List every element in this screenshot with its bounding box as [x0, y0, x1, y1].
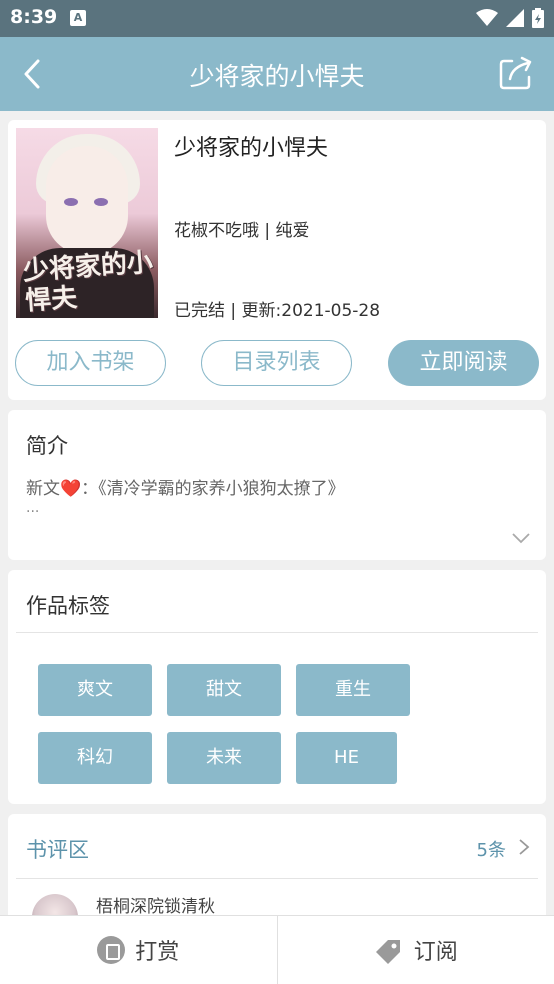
- reviewer-name: 梧桐深院锁清秋: [96, 897, 215, 917]
- intro-card: 简介 新文❤️：《清冷学霸的家养小狼狗太撩了》 ...: [8, 410, 546, 560]
- intro-title: 简介: [26, 434, 68, 458]
- read-now-button[interactable]: 立即阅读: [388, 340, 539, 386]
- share-icon[interactable]: [498, 55, 534, 91]
- book-cover[interactable]: 少将家的小悍夫: [16, 128, 158, 318]
- chevron-down-icon[interactable]: [512, 532, 530, 544]
- divider: [16, 878, 538, 879]
- subscribe-button[interactable]: 订阅: [278, 916, 554, 984]
- tag-chip[interactable]: 未来: [167, 732, 281, 784]
- app-bar: 少将家的小悍夫: [0, 37, 554, 111]
- page-title: 少将家的小悍夫: [189, 62, 365, 91]
- status-bar: 8:39 A: [0, 0, 554, 37]
- back-arrow-icon[interactable]: [18, 57, 48, 91]
- book-status-update: 已完结 | 更新:2021-05-28: [174, 301, 381, 321]
- chevron-right-icon[interactable]: [518, 838, 530, 856]
- price-tag-icon: [375, 940, 400, 964]
- bottom-action-bar: 打赏 订阅: [0, 915, 554, 984]
- wifi-icon: [476, 9, 498, 26]
- review-title: 书评区: [26, 838, 89, 862]
- tag-chip[interactable]: HE: [296, 732, 397, 784]
- reward-icon: [97, 936, 126, 964]
- add-to-shelf-button[interactable]: 加入书架: [15, 340, 166, 386]
- book-author-genre: 花椒不吃哦 | 纯爱: [174, 221, 310, 241]
- book-title: 少将家的小悍夫: [174, 136, 329, 161]
- intro-ellipsis: ...: [26, 500, 40, 516]
- book-info-card: 少将家的小悍夫 少将家的小悍夫 花椒不吃哦 | 纯爱 已完结 | 更新:2021…: [8, 120, 546, 400]
- cover-art-eye: [64, 198, 78, 206]
- reward-label: 打赏: [135, 940, 180, 965]
- status-time: 8:39: [10, 6, 58, 28]
- tag-chip[interactable]: 科幻: [38, 732, 152, 784]
- system-icons: [476, 8, 544, 28]
- tag-chip[interactable]: 爽文: [38, 664, 152, 716]
- notification-a-icon: A: [70, 10, 86, 26]
- tags-title: 作品标签: [26, 594, 110, 618]
- signal-icon: [506, 9, 524, 27]
- tags-card: 作品标签 爽文 甜文 重生 科幻 未来 HE: [8, 570, 546, 804]
- catalog-button[interactable]: 目录列表: [201, 340, 352, 386]
- divider: [16, 632, 538, 633]
- cover-art-face: [46, 146, 128, 254]
- battery-icon: [532, 8, 544, 28]
- cover-title-text: 少将家的小悍夫: [22, 247, 154, 317]
- subscribe-label: 订阅: [413, 940, 458, 965]
- reward-button[interactable]: 打赏: [0, 916, 277, 984]
- tag-chip[interactable]: 重生: [296, 664, 410, 716]
- intro-text: 新文❤️：《清冷学霸的家养小狼狗太撩了》: [26, 479, 345, 499]
- cover-art-eye: [94, 198, 108, 206]
- tag-chip[interactable]: 甜文: [167, 664, 281, 716]
- review-count[interactable]: 5条: [477, 836, 506, 862]
